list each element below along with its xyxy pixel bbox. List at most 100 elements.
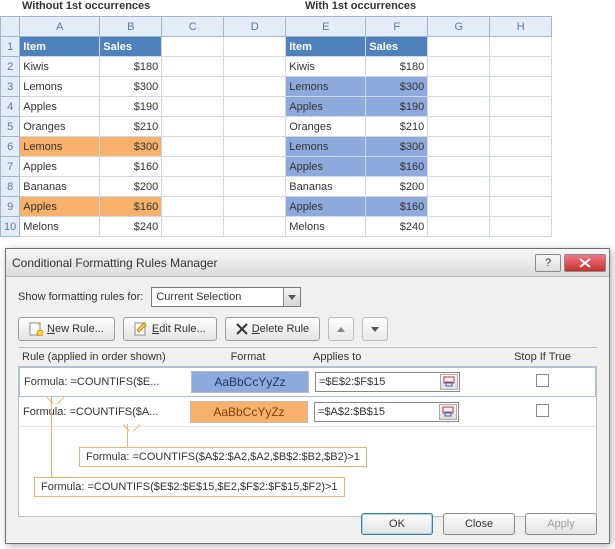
row-header[interactable]: 7 bbox=[1, 157, 20, 177]
cell[interactable]: $160 bbox=[366, 157, 428, 177]
cell[interactable] bbox=[490, 177, 552, 197]
cell[interactable]: Melons bbox=[286, 217, 366, 237]
rules-list[interactable]: Formula: =COUNTIFS($E... AaBbCcYyZz =$E$… bbox=[18, 367, 597, 517]
cell[interactable] bbox=[428, 137, 490, 157]
rule-row[interactable]: Formula: =COUNTIFS($A... AaBbCcYyZz =$A$… bbox=[19, 397, 596, 427]
cell[interactable]: $210 bbox=[366, 117, 428, 137]
cell[interactable] bbox=[428, 177, 490, 197]
cell[interactable] bbox=[162, 117, 224, 137]
cell[interactable] bbox=[224, 137, 286, 157]
move-down-button[interactable] bbox=[362, 317, 388, 341]
cell[interactable] bbox=[428, 77, 490, 97]
row-header[interactable]: 9 bbox=[1, 197, 20, 217]
cell[interactable]: Melons bbox=[20, 217, 100, 237]
cell[interactable] bbox=[224, 37, 286, 57]
cell[interactable] bbox=[428, 97, 490, 117]
row-header[interactable]: 6 bbox=[1, 137, 20, 157]
close-x-button[interactable] bbox=[564, 254, 606, 272]
stop-if-true-checkbox[interactable] bbox=[536, 374, 549, 387]
cell[interactable] bbox=[224, 77, 286, 97]
move-up-button[interactable] bbox=[328, 317, 354, 341]
cell[interactable] bbox=[162, 57, 224, 77]
cell[interactable] bbox=[490, 217, 552, 237]
col-header-A[interactable]: A bbox=[20, 17, 100, 37]
cell[interactable] bbox=[162, 197, 224, 217]
cell[interactable]: $180 bbox=[100, 57, 162, 77]
col-header-F[interactable]: F bbox=[366, 17, 428, 37]
worksheet-grid[interactable]: A B C D E F G H 1 Item Sales Item Sales … bbox=[0, 16, 552, 237]
col-header-C[interactable]: C bbox=[162, 17, 224, 37]
cell[interactable] bbox=[162, 97, 224, 117]
cell[interactable] bbox=[490, 197, 552, 217]
cell[interactable]: $300 bbox=[366, 137, 428, 157]
applies-to-input[interactable]: =$E$2:$F$15 bbox=[315, 372, 460, 392]
cell[interactable] bbox=[490, 137, 552, 157]
cell[interactable] bbox=[490, 117, 552, 137]
cell[interactable]: Apples bbox=[20, 97, 100, 117]
cell[interactable] bbox=[224, 197, 286, 217]
cell[interactable]: $160 bbox=[100, 197, 162, 217]
cell[interactable]: $160 bbox=[366, 197, 428, 217]
cell[interactable]: Sales bbox=[366, 37, 428, 57]
cell[interactable] bbox=[490, 57, 552, 77]
cell[interactable] bbox=[428, 217, 490, 237]
stop-if-true-checkbox[interactable] bbox=[536, 404, 549, 417]
select-all-cell[interactable] bbox=[1, 17, 20, 37]
cell[interactable]: Kiwis bbox=[20, 57, 100, 77]
cell[interactable] bbox=[162, 137, 224, 157]
cell[interactable]: $190 bbox=[366, 97, 428, 117]
range-picker-button[interactable] bbox=[439, 404, 457, 420]
col-header-B[interactable]: B bbox=[100, 17, 162, 37]
cell[interactable] bbox=[490, 77, 552, 97]
col-header-G[interactable]: G bbox=[428, 17, 490, 37]
cell[interactable]: Item bbox=[286, 37, 366, 57]
cell[interactable] bbox=[224, 57, 286, 77]
new-rule-button[interactable]: New Rule... bbox=[18, 317, 115, 341]
cell[interactable]: $240 bbox=[100, 217, 162, 237]
cell[interactable]: Kiwis bbox=[286, 57, 366, 77]
cell[interactable]: $160 bbox=[100, 157, 162, 177]
apply-button[interactable]: Apply bbox=[525, 513, 597, 535]
cell[interactable]: $300 bbox=[100, 77, 162, 97]
row-header[interactable]: 5 bbox=[1, 117, 20, 137]
cell[interactable]: Lemons bbox=[286, 137, 366, 157]
cell[interactable] bbox=[162, 77, 224, 97]
row-header[interactable]: 8 bbox=[1, 177, 20, 197]
edit-rule-button[interactable]: Edit Rule... bbox=[123, 317, 217, 341]
cell[interactable]: Oranges bbox=[286, 117, 366, 137]
ok-button[interactable]: OK bbox=[361, 513, 433, 535]
dialog-titlebar[interactable]: Conditional Formatting Rules Manager ? bbox=[6, 249, 609, 277]
applies-to-input[interactable]: =$A$2:$B$15 bbox=[314, 402, 459, 422]
rule-row[interactable]: Formula: =COUNTIFS($E... AaBbCcYyZz =$E$… bbox=[19, 367, 596, 397]
cell[interactable] bbox=[490, 37, 552, 57]
cell[interactable] bbox=[224, 117, 286, 137]
cell[interactable]: $300 bbox=[100, 137, 162, 157]
row-header[interactable]: 4 bbox=[1, 97, 20, 117]
cell[interactable]: $200 bbox=[366, 177, 428, 197]
cell[interactable] bbox=[162, 157, 224, 177]
cell[interactable]: $300 bbox=[366, 77, 428, 97]
cell[interactable]: Apples bbox=[20, 157, 100, 177]
cell[interactable]: Apples bbox=[286, 197, 366, 217]
cell[interactable] bbox=[490, 97, 552, 117]
cell[interactable] bbox=[162, 37, 224, 57]
cell[interactable]: $180 bbox=[366, 57, 428, 77]
cell[interactable] bbox=[428, 197, 490, 217]
cell[interactable] bbox=[428, 117, 490, 137]
delete-rule-button[interactable]: Delete Rule bbox=[225, 317, 321, 341]
col-header-E[interactable]: E bbox=[286, 17, 366, 37]
cell[interactable]: Apples bbox=[20, 197, 100, 217]
combo-dropdown-button[interactable] bbox=[283, 288, 300, 306]
cell[interactable]: Sales bbox=[100, 37, 162, 57]
cell[interactable] bbox=[162, 177, 224, 197]
col-header-H[interactable]: H bbox=[490, 17, 552, 37]
row-header[interactable]: 2 bbox=[1, 57, 20, 77]
row-header[interactable]: 1 bbox=[1, 37, 20, 57]
cell[interactable] bbox=[224, 157, 286, 177]
cell[interactable]: Lemons bbox=[20, 77, 100, 97]
cell[interactable]: Apples bbox=[286, 97, 366, 117]
row-header[interactable]: 3 bbox=[1, 77, 20, 97]
cell[interactable] bbox=[224, 177, 286, 197]
cell[interactable]: Bananas bbox=[286, 177, 366, 197]
cell[interactable] bbox=[490, 157, 552, 177]
